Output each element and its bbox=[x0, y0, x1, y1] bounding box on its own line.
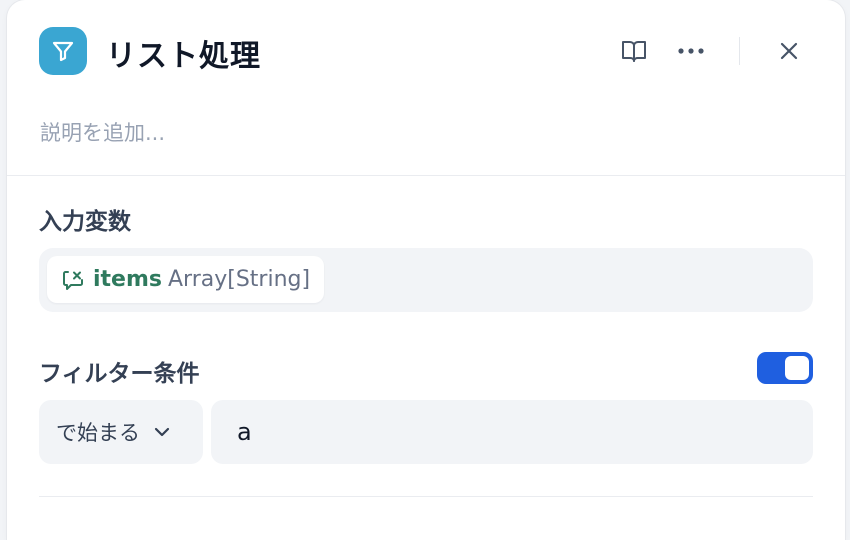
variable-chip[interactable]: items Array[String] bbox=[47, 256, 325, 303]
variable-name: items bbox=[93, 267, 162, 292]
operator-value: で始まる bbox=[56, 421, 140, 445]
node-panel: リスト処理 説明を追加... 入力変数 items Array[String] … bbox=[7, 0, 845, 540]
more-options-button[interactable] bbox=[674, 34, 708, 68]
section-divider bbox=[39, 496, 813, 497]
book-icon bbox=[620, 38, 648, 64]
input-variable-selector[interactable]: items Array[String] bbox=[39, 248, 813, 312]
filter-condition-label: フィルター条件 bbox=[39, 361, 200, 387]
toggle-knob bbox=[785, 356, 809, 380]
filter-icon bbox=[51, 39, 75, 63]
header-separator bbox=[7, 175, 845, 176]
variable-type: Array[String] bbox=[168, 267, 311, 292]
node-type-badge bbox=[39, 27, 87, 75]
description-input[interactable]: 説明を追加... bbox=[40, 117, 165, 147]
input-variable-label: 入力変数 bbox=[39, 209, 131, 235]
operator-select[interactable]: で始まる bbox=[39, 400, 203, 464]
header-divider bbox=[739, 37, 740, 65]
panel-header: リスト処理 bbox=[7, 0, 845, 100]
filter-value-input[interactable] bbox=[211, 400, 813, 464]
close-icon bbox=[779, 41, 799, 61]
more-horizontal-icon bbox=[677, 47, 705, 55]
filter-enabled-toggle[interactable] bbox=[757, 352, 813, 384]
close-button[interactable] bbox=[772, 34, 806, 68]
node-title[interactable]: リスト処理 bbox=[106, 31, 261, 75]
variable-icon bbox=[61, 269, 85, 291]
chevron-down-icon bbox=[154, 427, 170, 437]
help-docs-button[interactable] bbox=[617, 34, 651, 68]
